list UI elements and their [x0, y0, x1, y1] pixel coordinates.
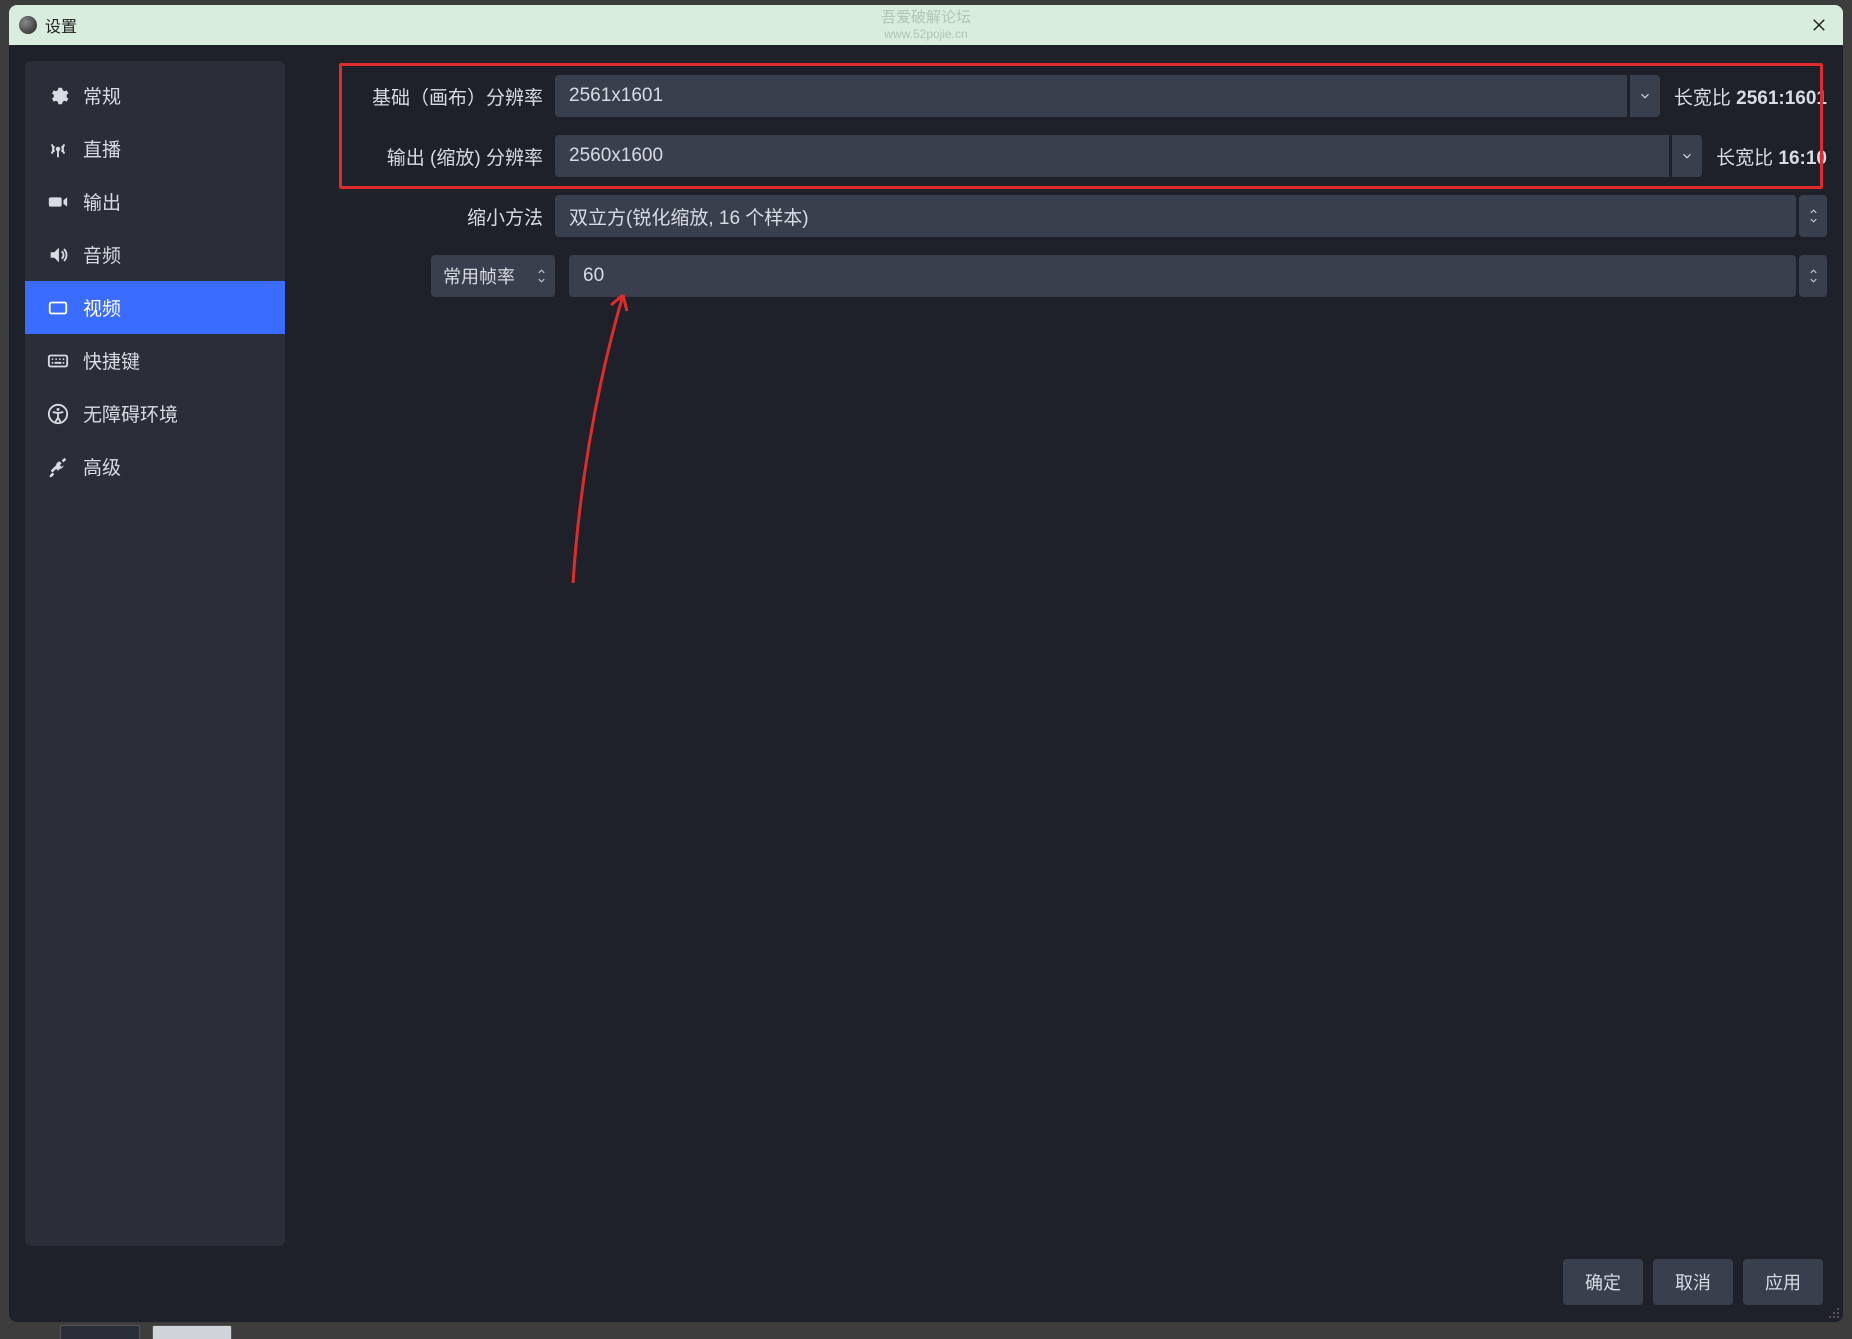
keyboard-icon	[47, 350, 69, 372]
arrow-annotation	[533, 283, 633, 583]
base-resolution-label: 基础（画布）分辨率	[303, 83, 555, 110]
close-button[interactable]	[1805, 11, 1833, 39]
main-row: 常规 直播 输出 音频	[25, 61, 1827, 1246]
video-icon	[47, 297, 69, 319]
base-resolution-dropdown-button[interactable]	[1630, 75, 1660, 117]
fps-select-wrap: 60	[569, 255, 1827, 297]
cancel-button[interactable]: 取消	[1653, 1259, 1733, 1305]
audio-icon	[47, 244, 69, 266]
fps-type-stepper[interactable]	[527, 255, 555, 297]
watermark-line2: www.52pojie.cn	[881, 27, 971, 41]
settings-window: 设置 吾爱破解论坛 www.52pojie.cn 常规	[9, 5, 1843, 1322]
sidebar-item-hotkeys[interactable]: 快捷键	[25, 334, 285, 387]
accessibility-icon	[47, 403, 69, 425]
sidebar-item-label: 直播	[83, 135, 121, 162]
apply-button[interactable]: 应用	[1743, 1259, 1823, 1305]
taskbar-thumb[interactable]	[60, 1325, 140, 1339]
downscale-filter-select[interactable]: 双立方(锐化缩放, 16 个样本)	[555, 195, 1796, 237]
sidebar-item-advanced[interactable]: 高级	[25, 440, 285, 493]
chevron-down-icon	[1808, 277, 1819, 284]
row-downscale-filter: 缩小方法 双立方(锐化缩放, 16 个样本)	[303, 195, 1827, 237]
fps-value: 60	[583, 265, 604, 287]
titlebar-left: 设置	[19, 13, 77, 37]
chevron-up-icon	[1808, 268, 1819, 275]
base-aspect-value: 2561:1601	[1736, 88, 1827, 109]
sidebar-item-stream[interactable]: 直播	[25, 122, 285, 175]
video-form: 基础（画布）分辨率 长宽比 2561:1601	[303, 61, 1827, 297]
output-resolution-dropdown-button[interactable]	[1672, 135, 1702, 177]
output-resolution-combo	[555, 135, 1702, 177]
window-title: 设置	[45, 13, 77, 37]
downscale-filter-value: 双立方(锐化缩放, 16 个样本)	[569, 203, 809, 230]
row-base-resolution: 基础（画布）分辨率 长宽比 2561:1601	[303, 75, 1827, 117]
base-aspect-label: 长宽比	[1674, 88, 1731, 109]
output-resolution-input[interactable]	[555, 135, 1669, 177]
output-aspect-value: 16:10	[1778, 148, 1827, 169]
titlebar: 设置 吾爱破解论坛 www.52pojie.cn	[9, 5, 1843, 45]
base-aspect-text: 长宽比 2561:1601	[1674, 83, 1827, 110]
watermark-line1: 吾爱破解论坛	[881, 9, 971, 27]
fps-value-stepper[interactable]	[1799, 255, 1827, 297]
antenna-icon	[47, 138, 69, 160]
taskbar-thumb[interactable]	[152, 1325, 232, 1339]
tools-icon	[47, 456, 69, 478]
chevron-down-icon	[536, 277, 547, 284]
row-output-resolution: 输出 (缩放) 分辨率 长宽比 16:10	[303, 135, 1827, 177]
footer: 确定 取消 应用	[25, 1258, 1827, 1306]
sidebar-item-label: 音频	[83, 241, 121, 268]
sidebar-item-audio[interactable]: 音频	[25, 228, 285, 281]
watermark: 吾爱破解论坛 www.52pojie.cn	[881, 9, 971, 41]
obs-icon	[19, 16, 37, 34]
sidebar-item-video[interactable]: 视频	[25, 281, 285, 334]
base-resolution-input[interactable]	[555, 75, 1627, 117]
chevron-down-icon	[1638, 89, 1652, 103]
fps-value-select[interactable]: 60	[569, 255, 1796, 297]
downscale-filter-select-wrap: 双立方(锐化缩放, 16 个样本)	[555, 195, 1827, 237]
downscale-filter-label: 缩小方法	[303, 203, 555, 230]
fps-type-label: 常用帧率	[431, 255, 527, 297]
output-resolution-label: 输出 (缩放) 分辨率	[303, 143, 555, 170]
body-area: 常规 直播 输出 音频	[9, 45, 1843, 1322]
base-resolution-combo	[555, 75, 1660, 117]
sidebar-item-general[interactable]: 常规	[25, 69, 285, 122]
sidebar-item-label: 无障碍环境	[83, 400, 178, 427]
ok-button[interactable]: 确定	[1563, 1259, 1643, 1305]
chevron-up-icon	[536, 268, 547, 275]
output-icon	[47, 191, 69, 213]
content-pane: 基础（画布）分辨率 长宽比 2561:1601	[303, 61, 1827, 1246]
gear-icon	[47, 85, 69, 107]
sidebar-item-label: 常规	[83, 82, 121, 109]
taskbar-thumbs	[60, 1325, 232, 1339]
close-icon	[1810, 16, 1828, 34]
output-aspect-label: 长宽比	[1716, 148, 1773, 169]
sidebar-item-output[interactable]: 输出	[25, 175, 285, 228]
chevron-up-icon	[1808, 208, 1819, 215]
sidebar-item-label: 快捷键	[83, 347, 140, 374]
resize-grip-icon[interactable]	[1827, 1306, 1841, 1320]
chevron-down-icon	[1680, 149, 1694, 163]
output-aspect-text: 长宽比 16:10	[1716, 143, 1827, 170]
row-fps: 常用帧率 60	[303, 255, 1827, 297]
sidebar-item-label: 高级	[83, 453, 121, 480]
chevron-down-icon	[1808, 217, 1819, 224]
sidebar-item-label: 视频	[83, 294, 121, 321]
sidebar-item-accessibility[interactable]: 无障碍环境	[25, 387, 285, 440]
downscale-filter-stepper[interactable]	[1799, 195, 1827, 237]
sidebar-item-label: 输出	[83, 188, 121, 215]
sidebar: 常规 直播 输出 音频	[25, 61, 285, 1246]
